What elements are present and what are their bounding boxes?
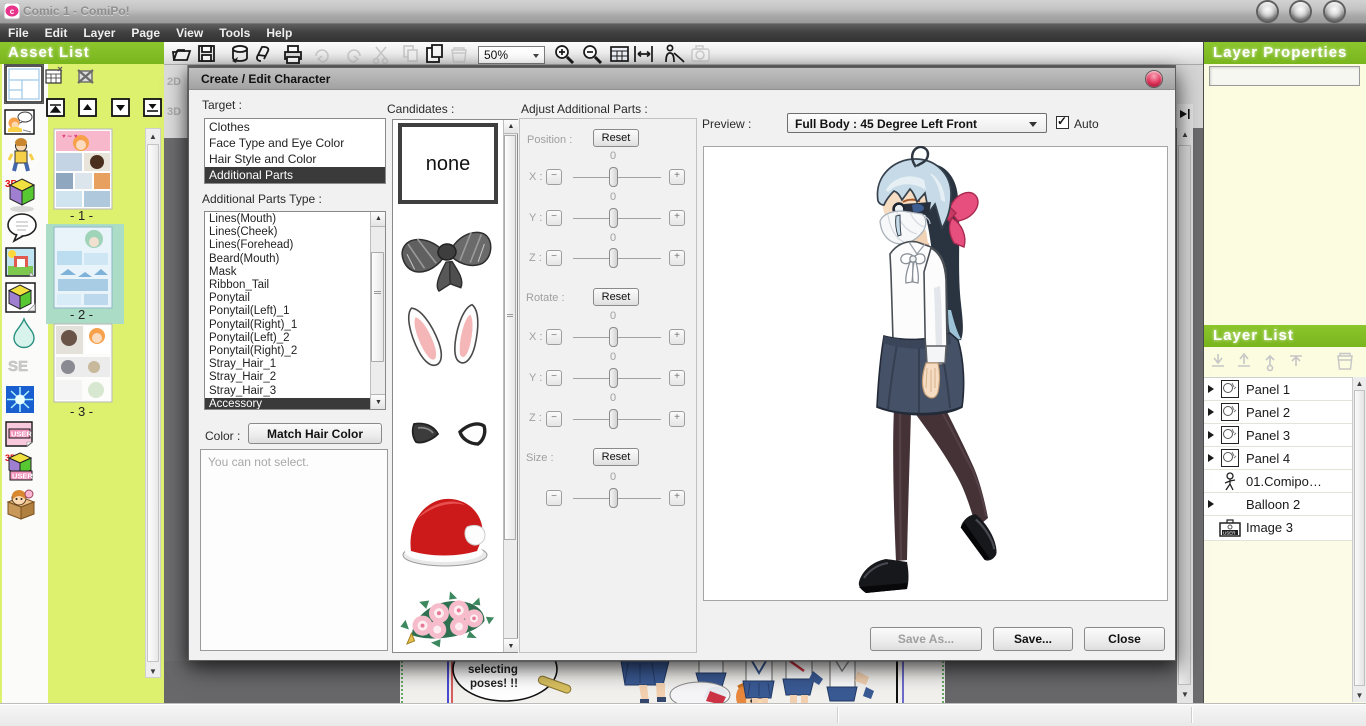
svg-text:♥ ∼ ♥: ♥ ∼ ♥	[62, 134, 78, 140]
svg-text:- 1 -: - 1 -	[70, 208, 93, 223]
svg-text:USER: USER	[12, 472, 33, 481]
svg-text:- 3 -: - 3 -	[70, 404, 93, 419]
svg-text:selecting: selecting	[468, 664, 518, 676]
svg-text:- 2 -: - 2 -	[70, 307, 93, 322]
svg-text:USER: USER	[1223, 531, 1236, 536]
svg-text:c: c	[10, 7, 15, 16]
svg-text:SE: SE	[8, 358, 28, 375]
svg-text:none: none	[426, 153, 471, 175]
svg-text:USER: USER	[11, 430, 32, 439]
svg-text:poses! !!: poses! !!	[470, 678, 518, 690]
